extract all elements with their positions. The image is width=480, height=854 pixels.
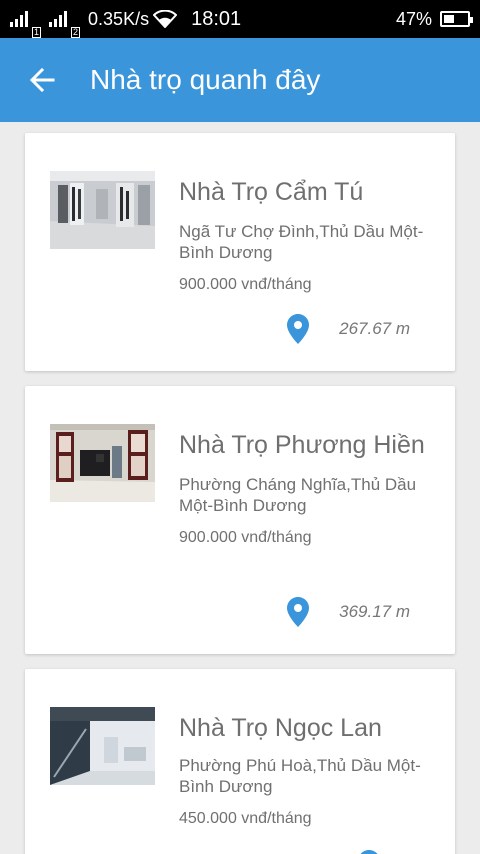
status-bar: 1 2 0.35K/s 18:01 47% xyxy=(0,0,480,38)
arrow-left-icon xyxy=(29,68,55,92)
listing-card[interactable]: Nhà Trọ Cẩm Tú Ngã Tư Chợ Đình,Thủ Dầu M… xyxy=(25,133,455,371)
listing-address: Phường Phú Hoà,Thủ Dầu Một-Bình Dương xyxy=(179,756,421,796)
signal-icon xyxy=(10,11,30,27)
battery-icon xyxy=(440,11,473,27)
clock: 18:01 xyxy=(191,7,242,30)
listing-name: Nhà Trọ Cẩm Tú xyxy=(179,178,364,206)
listing-distance: 369.17 m xyxy=(339,602,410,621)
distance-row: 267.67 m xyxy=(287,314,410,344)
listing-price: 450.000 vnđ/tháng xyxy=(179,810,312,827)
listing-card[interactable]: Nhà Trọ Phương Hiền Phường Cháng Nghĩa,T… xyxy=(25,386,455,654)
listing-list: Nhà Trọ Cẩm Tú Ngã Tư Chợ Đình,Thủ Dầu M… xyxy=(25,133,455,854)
distance-row xyxy=(358,850,410,854)
listing-price: 900.000 vnđ/tháng xyxy=(179,276,312,293)
listing-distance: 267.67 m xyxy=(339,319,410,338)
location-pin-icon xyxy=(287,597,310,627)
listing-address: Ngã Tư Chợ Đình,Thủ Dầu Một-Bình Dương xyxy=(179,222,424,262)
listing-address: Phường Cháng Nghĩa,Thủ Dầu Một-Bình Dươn… xyxy=(179,475,417,515)
listing-name: Nhà Trọ Phương Hiền xyxy=(179,431,425,459)
listing-price: 900.000 vnđ/tháng xyxy=(179,529,312,546)
sim-indicator-1: 1 xyxy=(32,27,42,38)
wifi-icon xyxy=(153,10,178,28)
listing-photo xyxy=(50,707,155,785)
listing-name: Nhà Trọ Ngọc Lan xyxy=(179,714,382,742)
battery-percent: 47% xyxy=(395,8,432,29)
location-pin-icon xyxy=(360,850,378,854)
app-bar: Nhà trọ quanh đây xyxy=(0,38,480,122)
sim-indicator-2: 2 xyxy=(71,27,81,38)
listing-photo xyxy=(50,424,155,502)
signal-icon xyxy=(49,11,69,27)
location-pin-icon xyxy=(287,314,310,344)
back-button[interactable] xyxy=(20,58,64,102)
network-speed: 0.35K/s xyxy=(88,8,150,29)
page-title: Nhà trọ quanh đây xyxy=(90,64,321,95)
listing-photo xyxy=(50,171,155,249)
listing-card[interactable]: Nhà Trọ Ngọc Lan Phường Phú Hoà,Thủ Dầu … xyxy=(25,669,455,854)
battery-level xyxy=(444,15,455,23)
distance-row: 369.17 m xyxy=(287,597,410,627)
